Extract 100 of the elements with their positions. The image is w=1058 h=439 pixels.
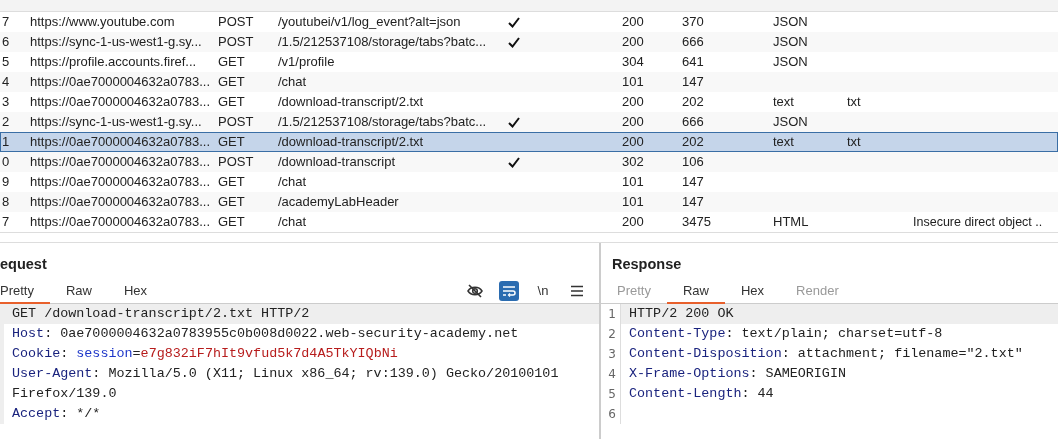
- menu-icon: [570, 285, 584, 297]
- history-row[interactable]: 5 https://profile.accounts.firef... GET /v1/profile 304 641 JSON: [0, 52, 1058, 72]
- history-row[interactable]: 0 https://0ae7000004632a0783... POST /download-transcript 302 106: [0, 152, 1058, 172]
- status-cell: 200: [622, 214, 644, 230]
- method-cell: GET: [218, 74, 245, 90]
- newline-toggle[interactable]: \n: [533, 281, 553, 301]
- status-cell: 101: [622, 194, 644, 210]
- length-cell: 147: [682, 194, 704, 210]
- length-cell: 202: [682, 134, 704, 150]
- row-number: 7: [2, 214, 10, 230]
- host-cell: https://sync-1-us-west1-g.sy...: [30, 34, 202, 50]
- host-cell: https://sync-1-us-west1-g.sy...: [30, 114, 202, 130]
- panel-title: Response: [611, 255, 683, 274]
- url-cell: /download-transcript/2.txt: [278, 94, 424, 110]
- row-number: 7: [2, 14, 10, 30]
- status-cell: 200: [622, 34, 644, 50]
- row-number: 5: [2, 54, 10, 70]
- editor-tab[interactable]: Hex: [108, 278, 164, 304]
- url-cell: /chat: [278, 174, 307, 190]
- url-cell: /download-transcript/2.txt: [278, 134, 424, 150]
- history-row[interactable]: 6 https://sync-1-us-west1-g.sy... POST /1.5/212537108/storage/tabs?batc... 200 666 JSON: [0, 32, 1058, 52]
- wrap-icon: [502, 284, 516, 298]
- host-cell: https://0ae7000004632a0783...: [30, 74, 210, 90]
- url-cell: /chat: [278, 74, 307, 90]
- history-row[interactable]: 4 https://0ae7000004632a0783... GET /chat 101 147: [0, 72, 1058, 92]
- wrap-toggle[interactable]: [499, 281, 519, 301]
- status-cell: 101: [622, 174, 644, 190]
- length-cell: 641: [682, 54, 704, 70]
- url-cell: /1.5/212537108/storage/tabs?batc...: [278, 114, 487, 130]
- history-row[interactable]: 2 https://sync-1-us-west1-g.sy... POST /1.5/212537108/storage/tabs?batc... 200 666 JSON: [0, 112, 1058, 132]
- editor-tab[interactable]: Hex: [725, 278, 781, 304]
- header-line: User-Agent: Mozilla/5.0 (X11; Linux x86_64; rv:139.0) Gecko/20100101 Firefox/139.0: [11, 365, 560, 403]
- url-cell: /download-transcript: [278, 154, 396, 170]
- status-cell: 302: [622, 154, 644, 170]
- row-number: 4: [2, 74, 10, 90]
- history-row[interactable]: 3 https://0ae7000004632a0783... GET /download-transcript/2.txt 200 202 text txt: [0, 92, 1058, 112]
- header-line: X-Frame-Options: SAMEORIGIN: [628, 365, 847, 383]
- header-line: Content-Type: text/plain; charset=utf-8: [628, 325, 944, 343]
- header-line: Content-Disposition: attachment; filename="2.txt": [628, 345, 1024, 363]
- row-number: 0: [2, 154, 10, 170]
- status-cell: 200: [622, 114, 644, 130]
- line-number: 3: [601, 344, 621, 364]
- url-cell: /v1/profile: [278, 54, 335, 70]
- line-number: 2: [601, 324, 621, 344]
- history-row[interactable]: 9 https://0ae7000004632a0783... GET /chat 101 147: [0, 172, 1058, 192]
- status-cell: 101: [622, 74, 644, 90]
- host-cell: https://0ae7000004632a0783...: [30, 94, 210, 110]
- status-cell: 200: [622, 14, 644, 30]
- mime-type-cell: JSON: [773, 114, 808, 130]
- mime-type-cell: JSON: [773, 54, 808, 70]
- length-cell: 3475: [682, 214, 711, 230]
- mime-type-cell: text: [773, 94, 794, 110]
- host-cell: https://0ae7000004632a0783...: [30, 174, 210, 190]
- method-cell: GET: [218, 134, 245, 150]
- length-cell: 666: [682, 114, 704, 130]
- line-number: 6: [601, 404, 621, 424]
- method-cell: POST: [218, 34, 254, 50]
- host-cell: https://0ae7000004632a0783...: [30, 134, 210, 150]
- status-cell: 304: [622, 54, 644, 70]
- status-cell: 200: [622, 134, 644, 150]
- method-cell: GET: [218, 54, 245, 70]
- method-cell: GET: [218, 94, 245, 110]
- title-cell: Insecure direct object ..: [913, 215, 1043, 230]
- length-cell: 147: [682, 74, 704, 90]
- host-cell: https://profile.accounts.firef...: [30, 54, 197, 70]
- history-row[interactable]: 8 https://0ae7000004632a0783... GET /academyLabHeader 101 147: [0, 192, 1058, 212]
- row-number: 2: [2, 114, 10, 130]
- host-cell: https://0ae7000004632a0783...: [30, 214, 210, 230]
- host-cell: https://www.youtube.com: [30, 14, 175, 30]
- url-cell: /academyLabHeader: [278, 194, 399, 210]
- url-cell: /1.5/212537108/storage/tabs?batc...: [278, 34, 487, 50]
- length-cell: 370: [682, 14, 704, 30]
- cookie-line: Cookie: session=e7g832iF7hIt9vfud5k7d4A5TkYIQbNi: [11, 345, 399, 363]
- extension-cell: txt: [847, 94, 861, 110]
- row-number: 8: [2, 194, 10, 210]
- mime-type-cell: HTML: [773, 214, 809, 230]
- host-cell: https://0ae7000004632a0783...: [30, 154, 210, 170]
- row-number: 3: [2, 94, 10, 110]
- panel-title: equest: [0, 255, 48, 274]
- method-cell: GET: [218, 214, 245, 230]
- method-cell: POST: [218, 114, 254, 130]
- method-cell: GET: [218, 194, 245, 210]
- mime-type-cell: text: [773, 134, 794, 150]
- row-number: 9: [2, 174, 10, 190]
- row-number: 1: [2, 134, 10, 150]
- method-cell: POST: [218, 14, 254, 30]
- history-row[interactable]: 7 https://0ae7000004632a0783... GET /chat 200 3475 HTML Insecure direct object ..: [0, 212, 1058, 232]
- url-cell: /youtubei/v1/log_event?alt=json: [278, 14, 461, 30]
- length-cell: 106: [682, 154, 704, 170]
- header-line: Accept: */*: [11, 405, 102, 423]
- method-cell: POST: [218, 154, 254, 170]
- length-cell: 147: [682, 174, 704, 190]
- line-number: 5: [601, 384, 621, 404]
- mime-type-cell: JSON: [773, 14, 808, 30]
- history-row[interactable]: 7 https://www.youtube.com POST /youtubei/v1/log_event?alt=json 200 370 JSON: [0, 12, 1058, 32]
- status-cell: 200: [622, 94, 644, 110]
- extension-cell: txt: [847, 134, 861, 150]
- url-cell: /chat: [278, 214, 307, 230]
- row-number: 6: [2, 34, 10, 50]
- editor-tab[interactable]: Raw: [49, 278, 108, 304]
